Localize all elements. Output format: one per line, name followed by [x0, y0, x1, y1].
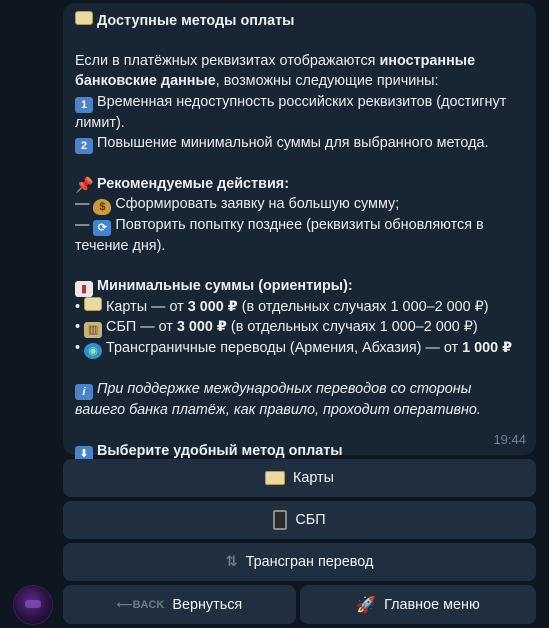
intro-text: Если в платёжных реквизитах отображаются…: [75, 53, 476, 90]
keycap-one-icon: 1: [75, 96, 93, 113]
message-title-line: Доступные методы оплаты: [75, 11, 524, 31]
note-text: i При поддержке международных переводов с…: [75, 381, 481, 419]
minimum-item: • ◉ Трансграничные переводы (Армения, Абх…: [75, 340, 513, 360]
mobile-phone-icon: [273, 510, 288, 530]
minimums-heading: ▮ Минимальные суммы (ориентиры):: [75, 276, 524, 298]
rocket-icon: 🚀: [356, 596, 377, 614]
minimum-item: • ▥ СБП — от 3 000 ₽ (в отдельных случаях…: [75, 319, 478, 339]
credit-card-icon: [75, 11, 93, 25]
actions-heading: 📌 Рекомендуемые действия:: [75, 175, 289, 194]
minimum-item: • Карты — от 3 000 ₽ (в отдельных случая…: [75, 297, 489, 316]
bar-chart-icon: ▮: [75, 281, 93, 298]
sbp-button[interactable]: СБП: [63, 501, 536, 539]
bot-avatar[interactable]: [14, 586, 52, 624]
reason-item: 1 Временная недоступность российских рекв…: [75, 93, 507, 131]
transgran-button[interactable]: ⇅ Трансгран перевод: [63, 543, 536, 581]
pushpin-icon: 📌: [75, 176, 94, 194]
keycap-two-icon: 2: [75, 137, 93, 154]
money-bag-icon: $: [93, 199, 112, 216]
action-item: — $ Сформировать заявку на большую сумму;: [75, 196, 400, 216]
bot-message: Доступные методы оплаты Если в платёжных…: [63, 3, 536, 462]
message-title: Доступные методы оплаты: [97, 13, 295, 29]
back-button[interactable]: ⟵BACK Вернуться: [63, 585, 296, 624]
bank-icon: ▥: [84, 322, 103, 339]
message-time: 19:44: [493, 431, 526, 447]
credit-card-icon: [84, 297, 103, 312]
cards-button[interactable]: Карты: [63, 459, 536, 497]
transfer-arrows-icon: ⇅: [225, 554, 238, 570]
globe-icon: ◉: [84, 343, 103, 360]
information-icon: i: [75, 384, 93, 401]
reason-item: 2 Повышение минимальной суммы для выбранн…: [75, 133, 524, 154]
credit-card-icon: [264, 471, 285, 485]
action-item: — ⟳ Повторить попытку позднее (реквизиты …: [75, 217, 484, 255]
back-arrow-icon: ⟵BACK: [116, 599, 165, 611]
main-menu-button[interactable]: 🚀 Главное меню: [300, 585, 536, 624]
refresh-icon: ⟳: [93, 220, 112, 237]
